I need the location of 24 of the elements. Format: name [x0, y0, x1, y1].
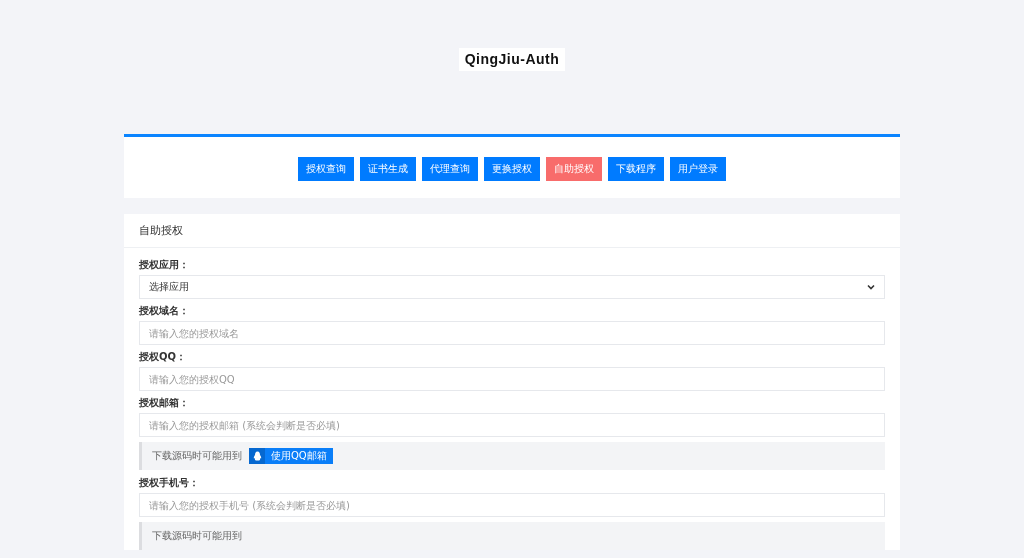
- note-text: 下载源码时可能用到: [152, 449, 242, 463]
- field-label: 授权域名：: [139, 304, 190, 318]
- penguin-icon: [249, 448, 265, 464]
- field-label: 授权应用：: [139, 258, 190, 272]
- nav-button[interactable]: 代理查询: [422, 156, 478, 181]
- nav-button[interactable]: 证书生成: [360, 156, 416, 181]
- nav-button[interactable]: 自助授权: [546, 156, 602, 181]
- input-field[interactable]: 请输入您的授权邮箱 (系统会判断是否必填): [139, 413, 885, 437]
- nav-button[interactable]: 更换授权: [484, 156, 540, 181]
- input-field[interactable]: 请输入您的授权域名: [139, 321, 885, 345]
- field-label: 授权手机号：: [139, 476, 200, 490]
- qq-mail-button[interactable]: 使用QQ邮箱: [249, 448, 333, 464]
- site-logo: QingJiu-Auth: [458, 48, 566, 71]
- chevron-down-icon: [867, 284, 875, 290]
- note-text: 下载源码时可能用到: [152, 529, 242, 543]
- field-label: 授权邮箱：: [139, 396, 190, 410]
- input-field[interactable]: 请输入您的授权手机号 (系统会判断是否必填): [139, 493, 885, 517]
- nav-button[interactable]: 授权查询: [298, 156, 354, 181]
- nav-button[interactable]: 下载程序: [608, 156, 664, 181]
- panel-title: 自助授权: [139, 223, 183, 238]
- nav-button[interactable]: 用户登录: [670, 156, 726, 181]
- select-field[interactable]: 选择应用: [139, 275, 885, 299]
- field-label: 授权QQ：: [139, 350, 187, 364]
- input-field[interactable]: 请输入您的授权QQ: [139, 367, 885, 391]
